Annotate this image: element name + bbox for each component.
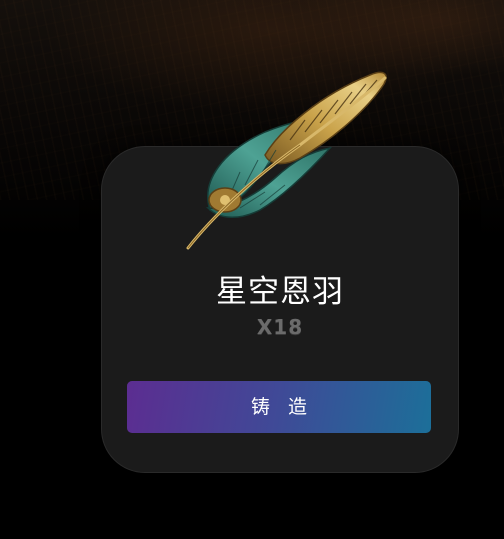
item-count-label: X18 — [256, 315, 304, 339]
forge-button[interactable]: 铸 造 — [127, 381, 431, 433]
forge-panel-screen: 星空恩羽 X18 铸 造 — [0, 0, 504, 539]
item-name-label: 星空恩羽 — [216, 274, 344, 310]
feather-icon — [186, 71, 387, 250]
